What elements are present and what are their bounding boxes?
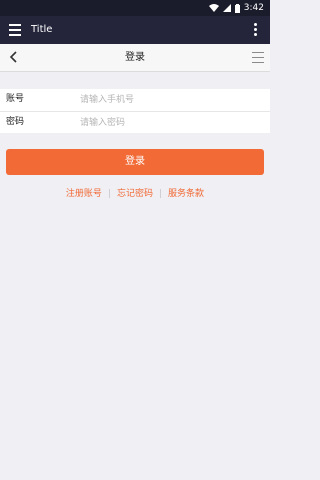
- login-button[interactable]: 登录: [6, 149, 264, 175]
- wifi-icon: [208, 4, 219, 12]
- link-separator: |: [159, 189, 163, 199]
- password-input[interactable]: [80, 115, 260, 131]
- status-bar: 3:42: [0, 0, 270, 16]
- account-row: 账号: [0, 89, 270, 111]
- password-label: 密码: [6, 117, 25, 127]
- terms-link[interactable]: 服务条款: [168, 189, 204, 199]
- login-form: 账号 密码: [0, 89, 270, 133]
- page-title: 登录: [125, 52, 145, 63]
- password-row: 密码: [0, 111, 270, 133]
- auxiliary-links: 注册账号 | 忘记密码 | 服务条款: [0, 188, 270, 200]
- hamburger-menu-icon[interactable]: [9, 24, 21, 36]
- nav-bar: 登录: [0, 44, 270, 72]
- list-menu-icon[interactable]: [252, 52, 264, 63]
- battery-icon: [234, 3, 240, 13]
- overflow-menu-icon[interactable]: [254, 23, 258, 37]
- account-input[interactable]: [80, 92, 260, 108]
- forgot-password-link[interactable]: 忘记密码: [117, 189, 153, 199]
- status-icons: 3:42: [208, 2, 264, 14]
- app-title: Title: [31, 24, 53, 35]
- status-time: 3:42: [243, 3, 264, 13]
- signal-icon: [222, 4, 231, 12]
- link-separator: |: [107, 189, 111, 199]
- account-label: 账号: [6, 94, 25, 104]
- register-link[interactable]: 注册账号: [66, 189, 102, 199]
- app-bar: Title: [0, 16, 270, 44]
